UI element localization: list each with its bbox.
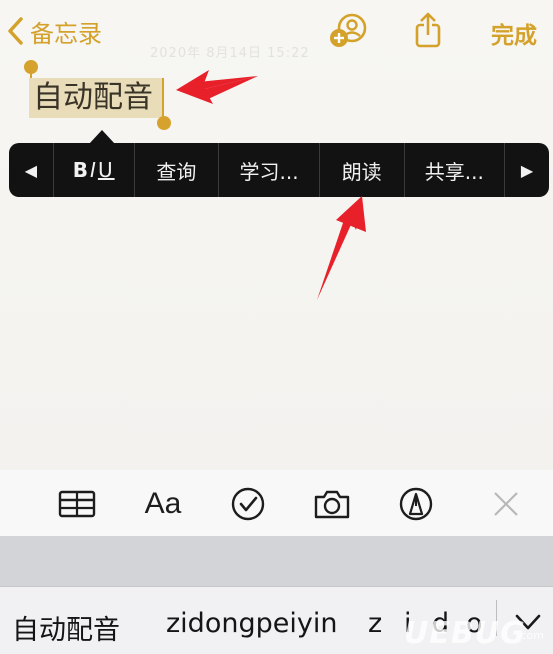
menu-item-format[interactable]: B I U <box>52 143 134 197</box>
watermark-logo: UEBUG <box>404 616 526 651</box>
text-format-button[interactable]: Aa <box>141 482 185 526</box>
markup-button[interactable] <box>394 482 438 526</box>
triangle-right-icon: ▶ <box>520 160 534 180</box>
keyboard-top-area <box>0 536 553 586</box>
done-button[interactable]: 完成 <box>491 16 537 50</box>
checklist-button[interactable] <box>226 482 270 526</box>
add-people-button[interactable] <box>326 10 370 50</box>
menu-item-share[interactable]: 共享... <box>403 143 505 197</box>
candidate-item[interactable]: z <box>368 608 382 639</box>
close-icon <box>494 492 518 516</box>
camera-icon <box>314 490 350 519</box>
table-icon <box>58 490 96 518</box>
share-button[interactable] <box>406 10 450 50</box>
camera-button[interactable] <box>310 482 354 526</box>
selection-end-handle[interactable] <box>157 116 171 130</box>
watermark-suffix: .com <box>517 629 544 642</box>
selection-start-handle[interactable] <box>24 60 38 74</box>
note-canvas[interactable] <box>0 0 553 470</box>
menu-item-lookup[interactable]: 查询 <box>133 143 219 197</box>
chevron-left-icon <box>8 17 23 45</box>
selected-text[interactable]: 自动配音 <box>29 78 164 118</box>
menu-item-speak[interactable]: 朗读 <box>318 143 404 197</box>
table-button[interactable] <box>55 482 99 526</box>
candidate-item[interactable]: 自动配音 <box>12 608 120 647</box>
note-date: 2020年 8月14日 15:22 <box>150 46 310 61</box>
add-person-icon <box>330 13 367 47</box>
back-button[interactable]: 备忘录 <box>6 14 102 48</box>
share-icon <box>415 12 441 48</box>
menu-prev-button[interactable]: ◀ <box>9 143 53 197</box>
triangle-left-icon: ◀ <box>24 160 38 180</box>
edit-context-menu: ◀ B I U 查询 学习... 朗读 共享... ▶ <box>9 143 549 197</box>
menu-next-button[interactable]: ▶ <box>504 143 549 197</box>
markup-icon <box>399 487 433 521</box>
text-format-icon: Aa <box>144 487 182 520</box>
back-label: 备忘录 <box>30 19 102 48</box>
italic-label: I <box>90 158 98 182</box>
underline-label: U <box>97 158 115 182</box>
close-toolbar-button[interactable] <box>484 482 528 526</box>
bold-label: B <box>72 158 91 182</box>
candidate-item[interactable]: zidongpeiyin <box>166 608 337 639</box>
checklist-icon <box>231 487 265 521</box>
menu-pointer <box>89 130 115 144</box>
menu-item-learn[interactable]: 学习... <box>218 143 319 197</box>
